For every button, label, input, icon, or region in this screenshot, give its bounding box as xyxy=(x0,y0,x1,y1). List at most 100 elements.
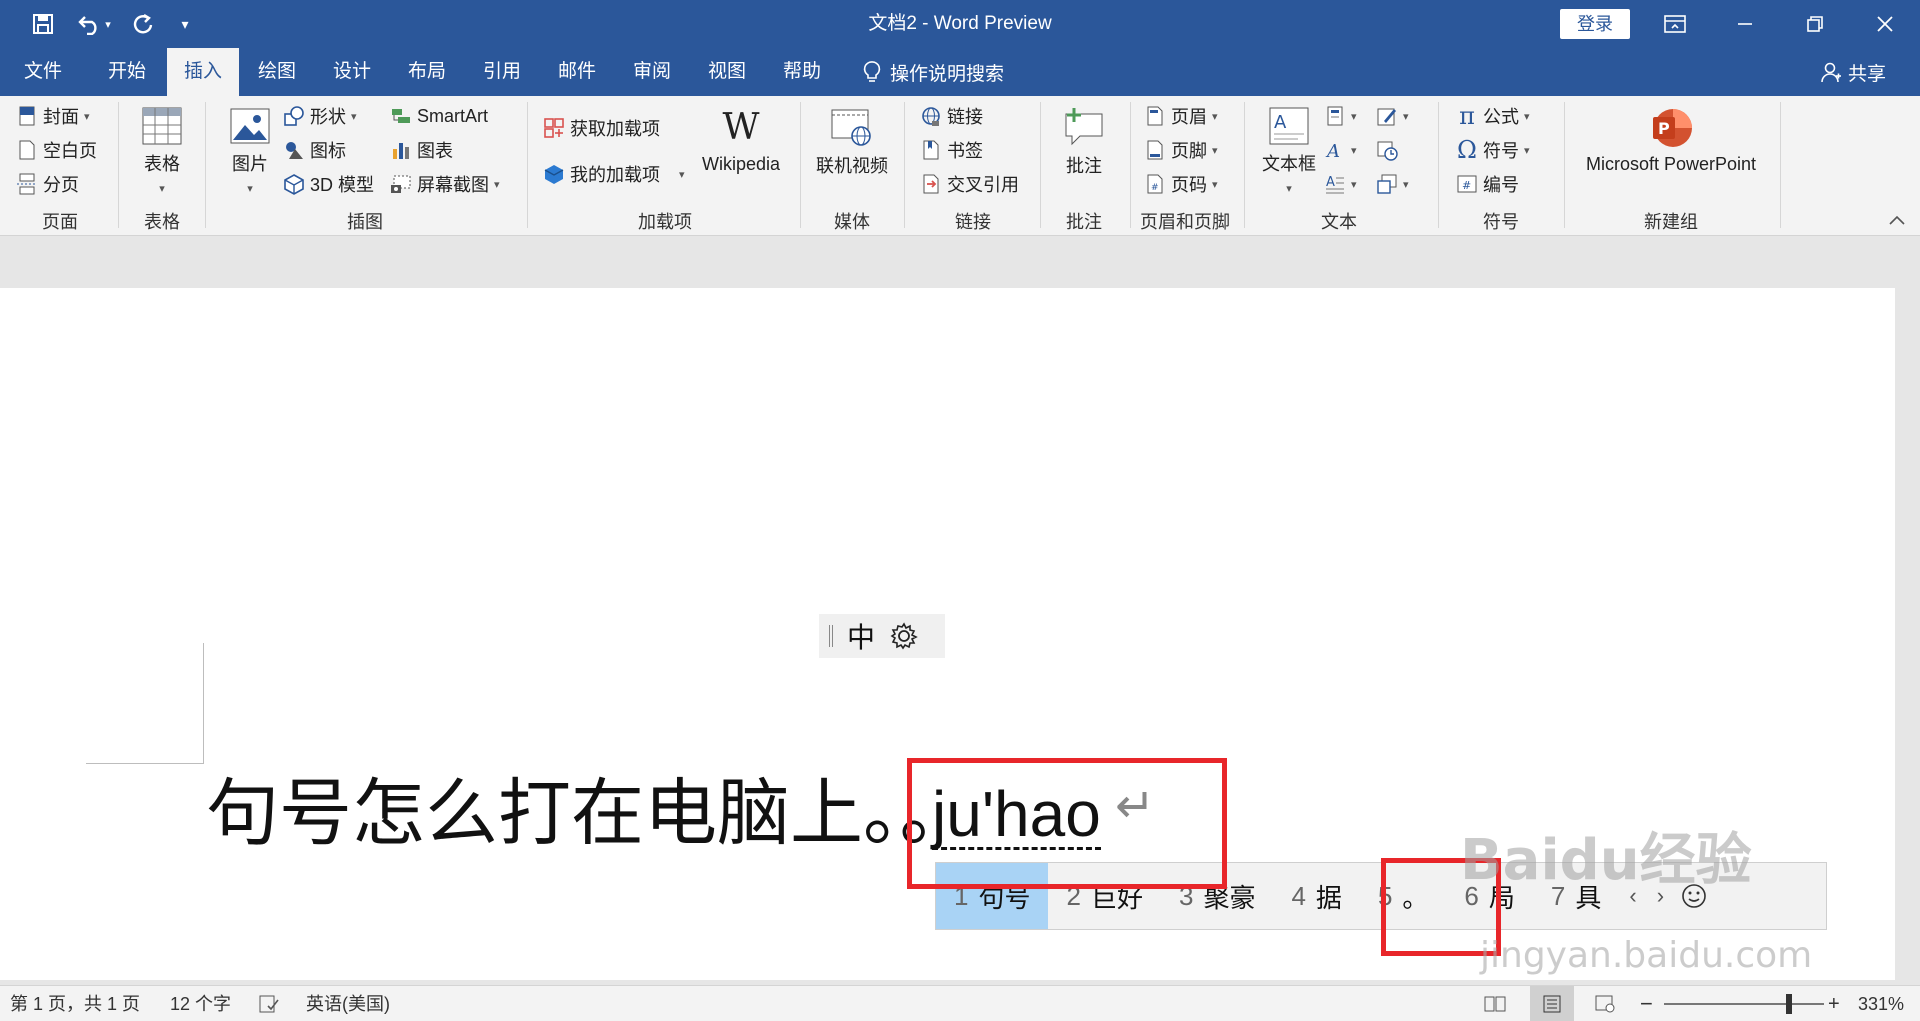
svg-text:#: # xyxy=(1151,183,1159,193)
tab-references[interactable]: 引用 xyxy=(467,48,537,96)
screenshot-icon xyxy=(391,175,411,193)
zoom-slider[interactable] xyxy=(1664,1003,1824,1005)
footer-button[interactable]: 页脚 ▾ xyxy=(1144,136,1218,164)
group-label-header-footer: 页眉和页脚 xyxy=(1140,212,1230,232)
minimize-icon[interactable] xyxy=(1710,0,1780,48)
chart-button[interactable]: 图表 xyxy=(390,136,453,164)
object-button[interactable]: ▾ xyxy=(1376,170,1409,198)
drag-handle-icon[interactable] xyxy=(829,625,833,647)
web-layout-icon[interactable] xyxy=(1594,986,1616,1021)
tab-review[interactable]: 审阅 xyxy=(617,48,687,96)
redo-icon[interactable] xyxy=(126,8,160,40)
save-icon[interactable] xyxy=(26,8,60,40)
omega-icon: Ω xyxy=(1457,136,1477,164)
tab-help[interactable]: 帮助 xyxy=(767,48,837,96)
my-addins-button[interactable]: 我的加载项 ▾ xyxy=(543,160,685,188)
text-box-button[interactable]: A 文本框 ▾ xyxy=(1256,106,1322,197)
margin-corner-mark xyxy=(203,643,204,763)
quick-parts-button[interactable]: ▾ xyxy=(1324,102,1357,130)
tab-design[interactable]: 设计 xyxy=(317,48,387,96)
ime-mode-toggle[interactable]: 中 xyxy=(847,616,875,656)
new-comment-label: 批注 xyxy=(1066,156,1102,176)
share-button[interactable]: 共享 xyxy=(1820,48,1886,96)
svg-text:A: A xyxy=(1325,141,1340,161)
symbol-button[interactable]: Ω 符号 ▾ xyxy=(1456,136,1529,164)
tab-insert[interactable]: 插入 xyxy=(167,48,239,96)
screenshot-button[interactable]: 屏幕截图 ▾ xyxy=(390,170,500,198)
document-text[interactable]: 句号怎么打在电脑上。。 xyxy=(206,770,973,858)
cover-page-label: 封面 xyxy=(43,107,79,127)
group-label-pages: 页面 xyxy=(42,212,78,232)
zoom-slider-thumb[interactable] xyxy=(1786,994,1792,1014)
text-box-icon: A xyxy=(1269,107,1309,145)
number-label: 编号 xyxy=(1483,175,1519,195)
read-mode-icon[interactable] xyxy=(1484,986,1506,1021)
close-icon[interactable] xyxy=(1850,0,1920,48)
smartart-button[interactable]: SmartArt xyxy=(390,102,488,130)
tab-layout[interactable]: 布局 xyxy=(392,48,462,96)
bookmark-button[interactable]: 书签 xyxy=(920,136,983,164)
shapes-button[interactable]: 形状 ▾ xyxy=(283,102,357,130)
zoom-in-button[interactable]: + xyxy=(1828,986,1840,1021)
drop-cap-button[interactable]: A ▾ xyxy=(1324,170,1357,198)
signature-line-button[interactable]: ▾ xyxy=(1376,102,1409,130)
print-layout-icon[interactable] xyxy=(1530,986,1574,1021)
ribbon-tabs: 文件 开始 插入 绘图 设计 布局 引用 邮件 审阅 视图 帮助 操作说明搜索 … xyxy=(0,48,1920,96)
lightbulb-icon xyxy=(863,61,881,82)
zoom-out-button[interactable]: − xyxy=(1640,986,1653,1021)
word-count[interactable]: 12 个字 xyxy=(170,986,231,1021)
tab-file[interactable]: 文件 xyxy=(8,48,78,96)
cube-icon xyxy=(284,174,304,195)
ribbon-display-options-icon[interactable] xyxy=(1640,0,1710,48)
undo-icon[interactable]: ▾ xyxy=(70,8,118,40)
language-indicator[interactable]: 英语(美国) xyxy=(306,986,390,1021)
3d-models-button[interactable]: 3D 模型 xyxy=(283,170,374,198)
page-break-button[interactable]: 分页 xyxy=(16,170,79,198)
share-label: 共享 xyxy=(1848,63,1887,85)
group-divider xyxy=(1130,102,1131,228)
online-video-button[interactable]: 联机视频 xyxy=(810,106,894,178)
candidate-item[interactable]: 4据 xyxy=(1273,863,1359,929)
equation-button[interactable]: π 公式 ▾ xyxy=(1456,102,1529,130)
page-count[interactable]: 第 1 页，共 1 页 xyxy=(10,986,140,1021)
header-button[interactable]: 页眉 ▾ xyxy=(1144,102,1218,130)
smartart-label: SmartArt xyxy=(417,105,489,126)
number-button[interactable]: # 编号 xyxy=(1456,170,1519,198)
bar-chart-icon xyxy=(393,143,409,159)
tab-draw[interactable]: 绘图 xyxy=(242,48,312,96)
collapse-ribbon-icon[interactable] xyxy=(1888,206,1906,234)
picture-button[interactable]: 图片 ▾ xyxy=(220,106,280,197)
powerpoint-button[interactable]: P Microsoft PowerPoint xyxy=(1576,106,1766,175)
customize-quick-access-icon[interactable]: ▾ xyxy=(172,8,198,40)
restore-icon[interactable] xyxy=(1780,0,1850,48)
equation-label: 公式 xyxy=(1483,107,1519,127)
wordart-button[interactable]: A ▾ xyxy=(1324,136,1357,164)
group-label-symbols: 符号 xyxy=(1483,212,1519,232)
ime-toolbar[interactable]: 中 xyxy=(819,614,945,658)
online-video-icon xyxy=(831,109,871,146)
get-addins-button[interactable]: 获取加载项 xyxy=(543,114,660,142)
tab-mailings[interactable]: 邮件 xyxy=(542,48,612,96)
tab-home[interactable]: 开始 xyxy=(92,48,162,96)
date-time-button[interactable] xyxy=(1376,136,1398,164)
link-button[interactable]: 链接 xyxy=(920,102,983,130)
vertical-scrollbar[interactable] xyxy=(1895,288,1920,980)
zoom-level[interactable]: 331% xyxy=(1858,986,1904,1021)
group-divider xyxy=(1438,102,1439,228)
group-divider xyxy=(205,102,206,228)
blank-page-button[interactable]: 空白页 xyxy=(16,136,97,164)
login-button[interactable]: 登录 xyxy=(1560,9,1630,39)
new-comment-button[interactable]: 批注 xyxy=(1052,106,1116,178)
wikipedia-button[interactable]: W Wikipedia xyxy=(695,106,787,175)
cross-reference-button[interactable]: 交叉引用 xyxy=(920,170,1019,198)
cover-page-button[interactable]: 封面 ▾ xyxy=(16,102,90,130)
icons-button[interactable]: 图标 xyxy=(283,136,346,164)
page-number-button[interactable]: # 页码 ▾ xyxy=(1144,170,1218,198)
table-button[interactable]: 表格 ▾ xyxy=(130,106,194,197)
gear-icon[interactable] xyxy=(889,621,919,651)
proofing-icon[interactable] xyxy=(258,986,280,1021)
tell-me-search[interactable]: 操作说明搜索 xyxy=(862,48,1004,96)
tab-view[interactable]: 视图 xyxy=(692,48,762,96)
pi-icon: π xyxy=(1459,102,1475,130)
picture-icon xyxy=(230,108,270,144)
